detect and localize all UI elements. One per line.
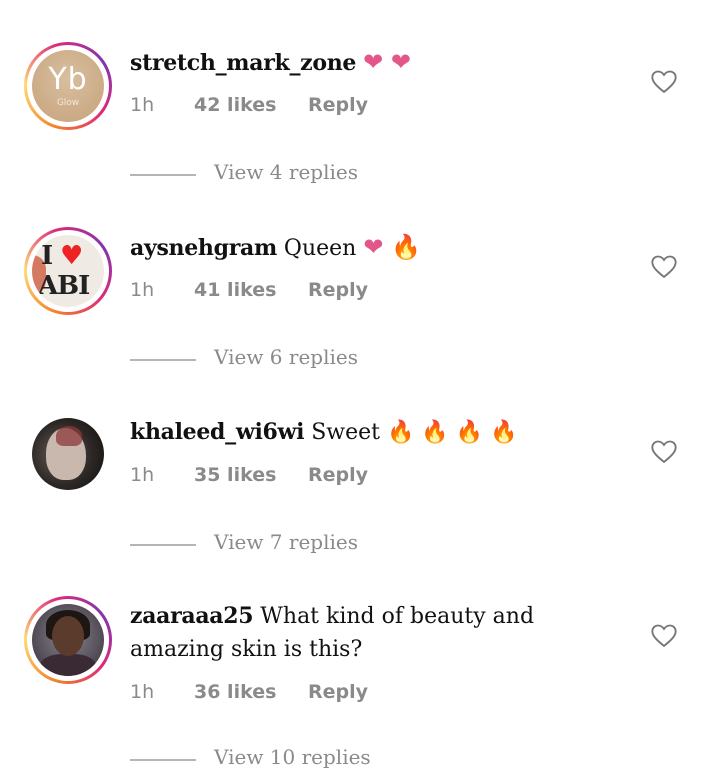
comment-likes[interactable]: 36 likes — [194, 681, 276, 703]
comment-item: khaleed_wi6wi Sweet 🔥 🔥 🔥 🔥 1h 35 likes … — [0, 0, 720, 554]
comment-emojis: 🔥 🔥 🔥 🔥 — [387, 420, 518, 445]
comment-time: 1h — [130, 681, 155, 703]
avatar — [32, 604, 104, 676]
reply-button[interactable]: Reply — [308, 279, 368, 301]
avatar-logo-subtext: ABI — [38, 271, 90, 301]
avatar: I ♥ ABI — [32, 235, 104, 307]
comment-likes[interactable]: 35 likes — [194, 464, 276, 486]
avatar[interactable] — [32, 418, 104, 490]
avatar-logo-text: I — [41, 241, 54, 271]
comment-text: Sweet — [311, 420, 381, 445]
avatar-heart-shape: ♥ — [60, 241, 84, 271]
reply-button[interactable]: Reply — [308, 681, 368, 703]
comment-text: Queen — [283, 236, 357, 261]
comment-body: khaleed_wi6wi Sweet 🔥 🔥 🔥 🔥 — [130, 416, 630, 449]
comment-time: 1h — [130, 464, 155, 486]
avatar-logo-subtext: Glow — [56, 98, 80, 108]
view-replies-button[interactable]: View 6 replies — [130, 345, 530, 375]
avatar-photo-shape — [52, 616, 84, 656]
comment-username[interactable]: khaleed_wi6wi — [130, 419, 305, 445]
view-replies-button[interactable]: View 4 replies — [130, 160, 530, 190]
heart-outline-icon[interactable] — [650, 253, 678, 281]
view-replies-label: View 4 replies — [214, 160, 358, 184]
avatar-story-ring[interactable] — [24, 596, 112, 684]
avatar-photo-detail — [56, 426, 82, 446]
avatar-story-ring[interactable]: I ♥ ABI — [24, 227, 112, 315]
comment-username[interactable]: zaaraaa25 — [130, 603, 254, 629]
avatar-ring-inner — [27, 599, 109, 681]
replies-divider — [130, 759, 196, 761]
comment-emojis: ❤ 🔥 — [363, 233, 421, 261]
replies-divider — [130, 359, 196, 361]
comment-body: zaaraaa25 What kind of beauty and amazin… — [130, 600, 630, 666]
comment-likes[interactable]: 42 likes — [194, 94, 276, 116]
comment-body: aysnehgram Queen ❤ 🔥 — [130, 231, 630, 265]
heart-outline-icon[interactable] — [650, 68, 678, 96]
comment-username[interactable]: aysnehgram — [130, 235, 277, 261]
view-replies-button[interactable]: View 10 replies — [130, 745, 530, 775]
avatar-ring-inner: I ♥ ABI — [27, 230, 109, 312]
replies-divider — [130, 174, 196, 176]
comment-time: 1h — [130, 279, 155, 301]
view-replies-label: View 7 replies — [214, 530, 358, 554]
view-replies-button[interactable]: View 7 replies — [130, 530, 530, 560]
replies-divider — [130, 544, 196, 546]
comment-likes[interactable]: 41 likes — [194, 279, 276, 301]
view-replies-label: View 10 replies — [214, 745, 371, 769]
reply-button[interactable]: Reply — [308, 94, 368, 116]
view-replies-label: View 6 replies — [214, 345, 358, 369]
reply-button[interactable]: Reply — [308, 464, 368, 486]
heart-outline-icon[interactable] — [650, 438, 678, 466]
heart-outline-icon[interactable] — [650, 622, 678, 650]
avatar-photo-detail — [40, 654, 96, 676]
comment-time: 1h — [130, 94, 155, 116]
